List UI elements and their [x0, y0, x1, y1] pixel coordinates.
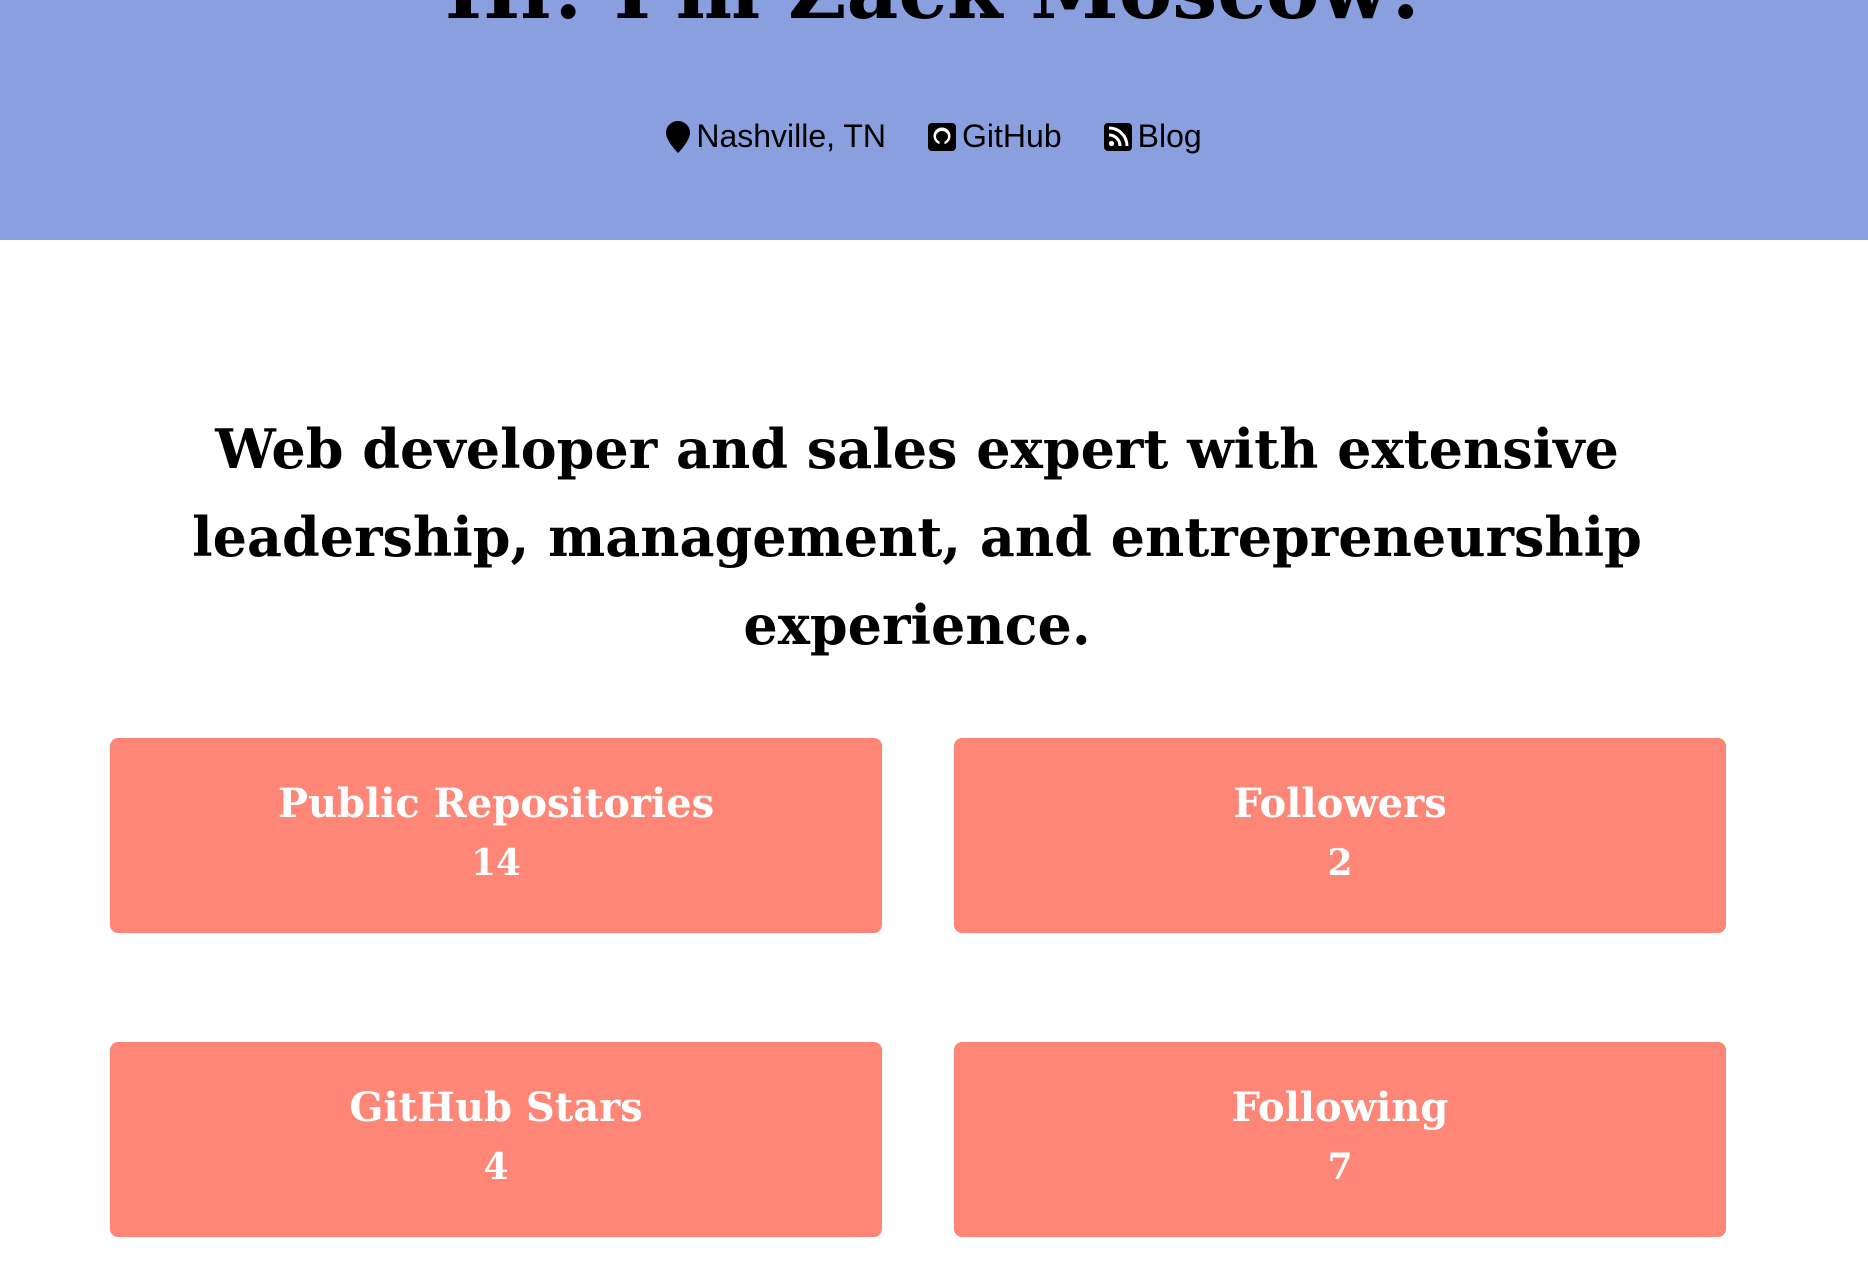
stat-value: 7 — [1327, 1146, 1353, 1188]
blog-link[interactable]: Blog — [1103, 118, 1202, 155]
location-link: Nashville, TN — [666, 118, 886, 155]
bio-tagline: Web developer and sales expert with exte… — [192, 417, 1642, 657]
github-label: GitHub — [962, 118, 1062, 154]
followers-card: Followers 2 — [954, 738, 1726, 933]
stat-label: Following — [1231, 1084, 1449, 1131]
blog-label: Blog — [1137, 118, 1202, 154]
public-repositories-card: Public Repositories 14 — [110, 738, 882, 933]
stat-value: 2 — [1327, 842, 1353, 884]
location-label: Nashville, TN — [696, 118, 887, 154]
stat-label: Followers — [1233, 780, 1447, 827]
rss-icon — [1103, 122, 1132, 151]
map-pin-icon — [666, 120, 691, 153]
profile-links: Nashville, TN GitHub Blog — [0, 118, 1868, 155]
stat-label: GitHub Stars — [349, 1084, 643, 1131]
stat-label: Public Repositories — [277, 780, 715, 827]
hero-banner: Hi! I'm Zack Moscow! Nashville, TN GitHu — [0, 0, 1868, 240]
following-card: Following 7 — [954, 1042, 1726, 1237]
stat-value: 4 — [483, 1146, 509, 1188]
page-title: Hi! I'm Zack Moscow! — [0, 0, 1868, 35]
github-link[interactable]: GitHub — [928, 118, 1062, 155]
stat-value: 14 — [470, 842, 522, 884]
github-stars-card: GitHub Stars 4 — [110, 1042, 882, 1237]
github-icon — [928, 122, 957, 151]
